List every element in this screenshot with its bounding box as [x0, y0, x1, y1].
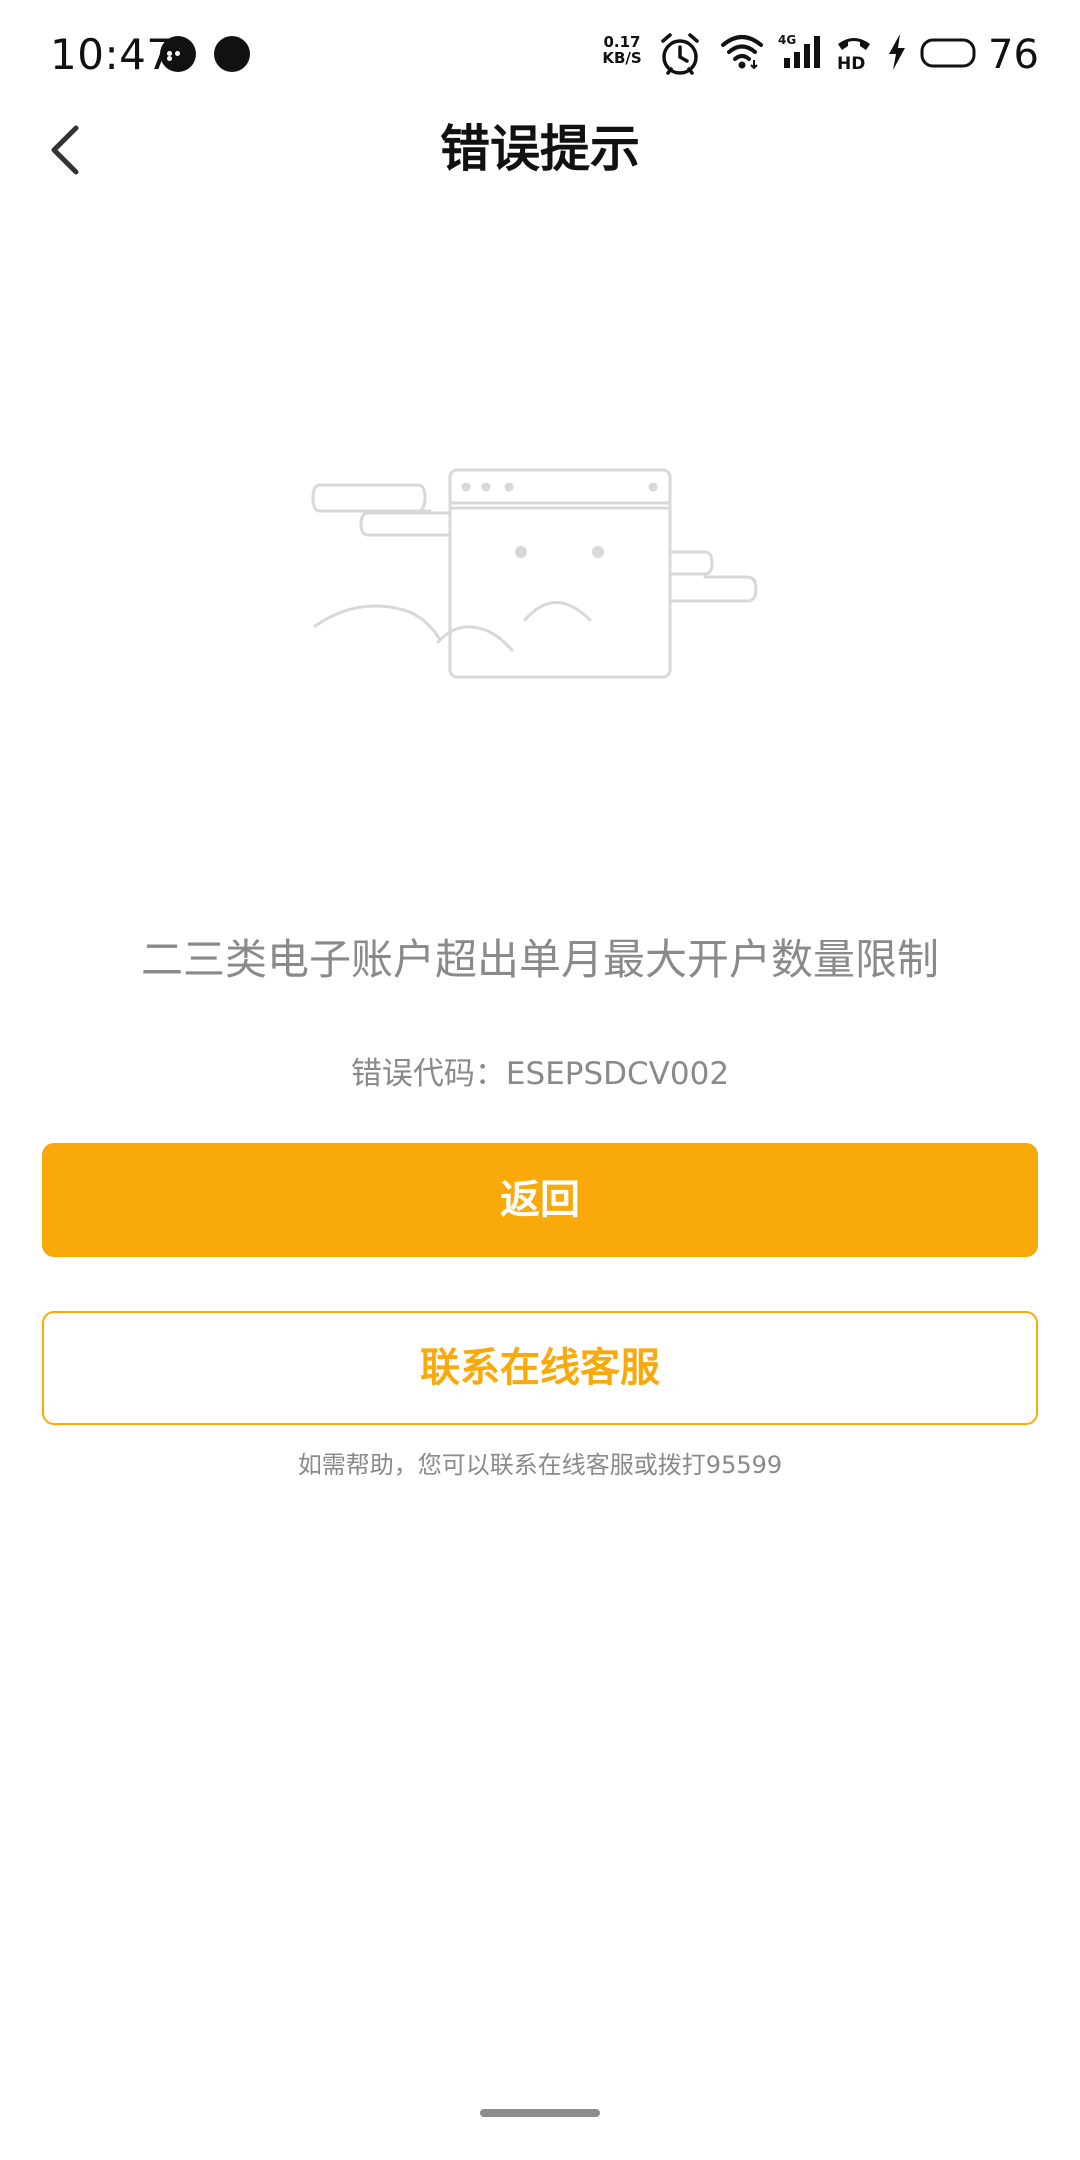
charging-icon [889, 34, 905, 70]
page-title: 错误提示 [440, 120, 640, 178]
svg-text:HD: HD [837, 54, 865, 72]
network-speed: 0.17 KB/S [600, 34, 644, 66]
contact-support-button[interactable]: 联系在线客服 [42, 1311, 1038, 1425]
hd-call-icon: HD [837, 38, 870, 72]
chat-notification-icon [214, 36, 250, 72]
cellular-signal-icon: 4G [778, 33, 820, 68]
home-indicator[interactable] [480, 2109, 600, 2117]
sad-browser-illustration [311, 468, 758, 679]
help-text: 如需帮助，您可以联系在线客服或拨打95599 [297, 1451, 783, 1479]
battery-icon [920, 38, 976, 68]
network-speed-value: 0.17 [603, 33, 641, 51]
return-button[interactable]: 返回 [42, 1143, 1038, 1257]
status-time: 10:47 [50, 30, 174, 79]
status-bar: 10:47 0.17 KB/S 4G HD 76 [0, 0, 1080, 110]
error-message: 二三类电子账户超出单月最大开户数量限制 [140, 935, 939, 984]
battery-level: 76 [988, 32, 1039, 78]
network-speed-unit: KB/S [602, 49, 642, 67]
error-code: 错误代码：ESEPSDCV002 [350, 1056, 730, 1092]
network-type-label: 4G [778, 33, 796, 47]
wifi-icon [721, 35, 763, 70]
header: 错误提示 [0, 110, 1080, 190]
alarm-icon [661, 33, 699, 75]
message-notification-icon [160, 36, 196, 72]
